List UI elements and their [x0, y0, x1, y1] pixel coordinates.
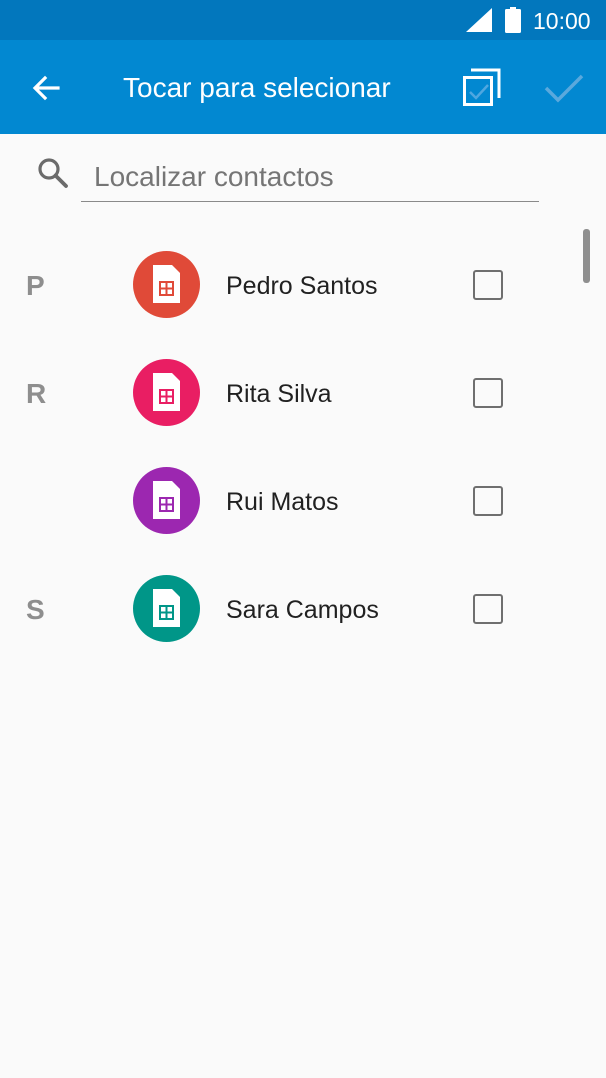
- sim-card-icon: [153, 265, 180, 303]
- page-title: Tocar para selecionar: [123, 72, 391, 103]
- avatar: [133, 251, 200, 318]
- contact-row-rui-matos[interactable]: Rui Matos: [0, 448, 606, 556]
- sim-card-icon: [153, 373, 180, 411]
- sim-card-icon: [153, 589, 180, 627]
- search-input[interactable]: [81, 152, 539, 202]
- search-icon: [38, 158, 68, 188]
- signal-icon: [466, 8, 492, 32]
- section-letter: S: [26, 594, 45, 625]
- search-bar: [0, 134, 606, 214]
- status-time: 10:00: [533, 8, 591, 34]
- scrollbar[interactable]: [583, 229, 590, 283]
- section-letter: P: [26, 270, 45, 301]
- contact-name: Rui Matos: [226, 488, 339, 516]
- contact-name: Rita Silva: [226, 380, 332, 408]
- section-letter: R: [26, 378, 47, 409]
- contact-checkbox[interactable]: [473, 594, 503, 624]
- contact-checkbox[interactable]: [473, 270, 503, 300]
- contact-row-rita-silva[interactable]: R Rita Silva: [0, 340, 606, 448]
- battery-icon: [505, 7, 521, 33]
- avatar: [133, 575, 200, 642]
- contact-checkbox[interactable]: [473, 486, 503, 516]
- select-all-icon[interactable]: [460, 67, 502, 109]
- contact-name: Pedro Santos: [226, 272, 378, 300]
- avatar: [133, 359, 200, 426]
- contact-row-pedro-santos[interactable]: P Pedro Santos: [0, 232, 606, 340]
- arrow-back-icon[interactable]: [28, 70, 64, 106]
- avatar: [133, 467, 200, 534]
- contact-checkbox[interactable]: [473, 378, 503, 408]
- contact-row-sara-campos[interactable]: S Sara Campos: [0, 556, 606, 664]
- sim-card-icon: [153, 481, 180, 519]
- contact-name: Sara Campos: [226, 596, 379, 624]
- status-bar: 10:00: [0, 0, 606, 40]
- app-bar: Tocar para selecionar: [0, 40, 606, 134]
- checkmark-icon[interactable]: [542, 70, 586, 106]
